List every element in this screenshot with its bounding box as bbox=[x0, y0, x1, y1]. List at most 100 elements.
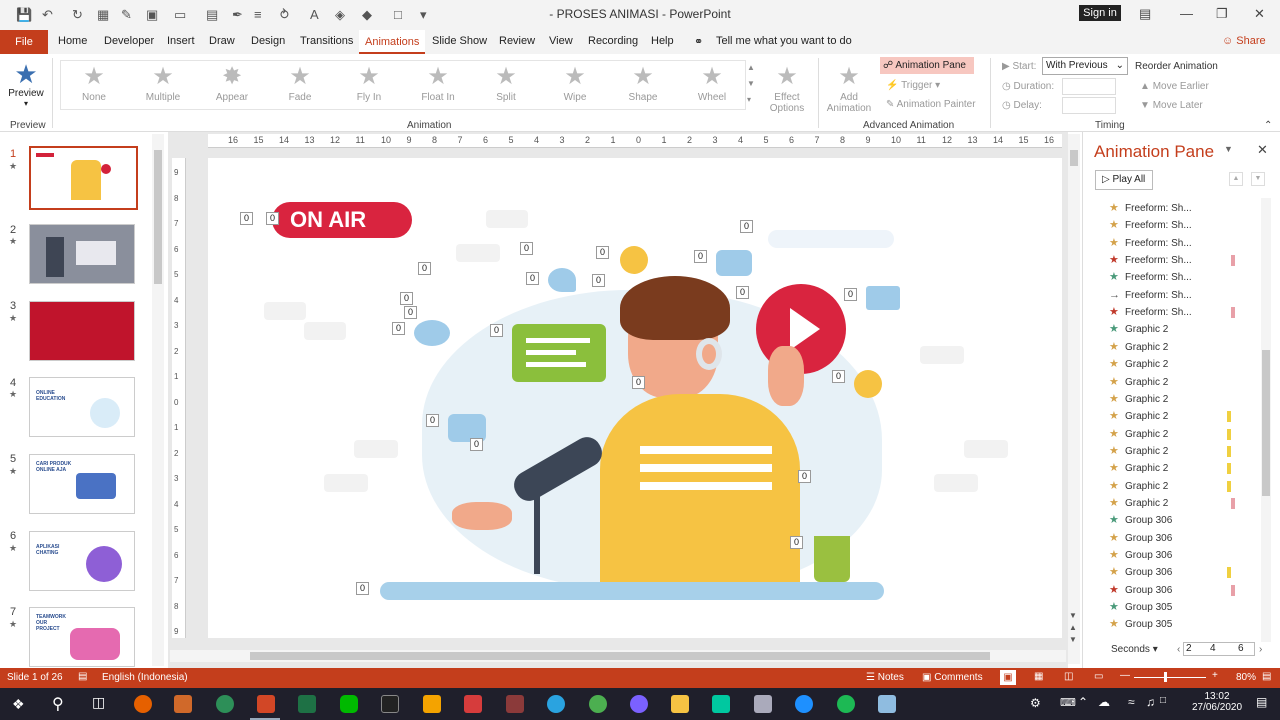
app-icon[interactable] bbox=[878, 695, 896, 713]
app-icon[interactable] bbox=[216, 695, 234, 713]
collapse-ribbon-icon[interactable]: ⌃ bbox=[1264, 120, 1272, 131]
animation-list-item[interactable]: ★ Group 306 bbox=[1109, 564, 1259, 581]
slide-canvas[interactable]: ON AIR 0 0 0 0 0 0 0 0 0 0 0 0 0 0 0 0 0… bbox=[208, 158, 1062, 638]
thumbnail-scrollbar[interactable] bbox=[152, 134, 164, 666]
volume-icon[interactable]: ♫ bbox=[1146, 695, 1155, 709]
animation-list-item[interactable]: ★ Graphic 2 bbox=[1109, 408, 1259, 425]
scrollbar-thumb[interactable] bbox=[250, 652, 990, 660]
animation-tag[interactable]: 0 bbox=[400, 292, 414, 305]
notes-button[interactable]: ☰ Notes bbox=[866, 672, 904, 683]
animation-tag[interactable]: 0 bbox=[470, 438, 484, 451]
scrollbar-thumb[interactable] bbox=[1070, 150, 1078, 166]
animation-tag[interactable]: 0 bbox=[526, 272, 540, 285]
app-icon[interactable] bbox=[754, 695, 772, 713]
file-explorer-icon[interactable] bbox=[671, 695, 689, 713]
person-hand[interactable] bbox=[768, 346, 804, 406]
sign-in-button[interactable]: Sign in bbox=[1079, 5, 1121, 21]
slide-thumbnail-6[interactable]: APLIKASI CHATING bbox=[29, 531, 135, 591]
animation-list-item[interactable]: ★ Graphic 2 bbox=[1109, 443, 1259, 460]
animation-list-item[interactable]: ★ Graphic 2 bbox=[1109, 478, 1259, 495]
download-icon[interactable] bbox=[464, 695, 482, 713]
line-icon[interactable] bbox=[340, 695, 358, 713]
zoom-slider-thumb[interactable] bbox=[1164, 672, 1167, 682]
gallery-scroll[interactable]: ▲ ▼ ▾ bbox=[747, 60, 755, 108]
close-pane-icon[interactable]: ✕ bbox=[1257, 142, 1268, 158]
on-air-sign[interactable]: ON AIR bbox=[272, 202, 412, 238]
effect-wipe[interactable]: ★ Wipe bbox=[545, 62, 605, 103]
timeline-bar[interactable] bbox=[1227, 463, 1231, 475]
animation-tag[interactable]: 0 bbox=[240, 212, 254, 225]
notion-icon[interactable] bbox=[381, 695, 399, 713]
edge-icon[interactable] bbox=[795, 695, 813, 713]
animation-list-item[interactable]: ★ Graphic 2 bbox=[1109, 460, 1259, 477]
tray-up-icon[interactable]: ⌃ bbox=[1078, 695, 1088, 709]
duration-input[interactable] bbox=[1062, 78, 1116, 95]
animation-tag[interactable]: 0 bbox=[844, 288, 858, 301]
desk[interactable] bbox=[380, 582, 884, 600]
tab-home[interactable]: Home bbox=[58, 35, 87, 47]
person-hair[interactable] bbox=[620, 276, 730, 340]
animation-tag[interactable]: 0 bbox=[356, 582, 370, 595]
pane-options-icon[interactable]: ▼ bbox=[1224, 144, 1233, 154]
animation-list-item[interactable]: ★ Freeform: Sh... bbox=[1109, 217, 1259, 234]
search-icon[interactable]: ⚲ bbox=[52, 694, 64, 714]
timeline-bar[interactable] bbox=[1231, 307, 1235, 319]
move-later-button[interactable]: ▼ Move Later bbox=[1140, 100, 1203, 111]
app-icon[interactable] bbox=[174, 695, 192, 713]
animation-tag[interactable]: 0 bbox=[418, 262, 432, 275]
slide-thumbnail-3[interactable] bbox=[29, 301, 135, 361]
page-nav-icon[interactable]: ▼ ▲ ▼ bbox=[1069, 610, 1077, 646]
emoji-heart-eyes[interactable] bbox=[620, 246, 648, 274]
wifi-icon[interactable]: ≈ bbox=[1128, 695, 1135, 709]
zoom-out-icon[interactable]: — bbox=[1120, 670, 1130, 681]
zoom-in-icon[interactable]: + bbox=[1212, 670, 1218, 681]
canvas-vertical-scrollbar[interactable]: ▼ ▲ ▼ bbox=[1068, 134, 1080, 664]
slide-thumbnail-4[interactable]: ONLINE EDUCATION bbox=[29, 377, 135, 437]
slide-thumbnail-7[interactable]: TEAMWORK OUR PROJECT bbox=[29, 607, 135, 667]
timeline-right-icon[interactable]: › bbox=[1259, 644, 1262, 655]
animation-list-item[interactable]: ★ Graphic 2 bbox=[1109, 495, 1259, 512]
keyboard-icon[interactable]: ⌨ bbox=[1060, 696, 1076, 709]
telegram-icon[interactable] bbox=[547, 695, 565, 713]
effect-none[interactable]: ★ None bbox=[64, 62, 124, 103]
ribbon-display-icon[interactable]: ▤ bbox=[1139, 6, 1151, 22]
slide-thumbnail-1[interactable] bbox=[29, 146, 138, 210]
firefox-icon[interactable] bbox=[134, 695, 152, 713]
animation-tag[interactable]: 0 bbox=[490, 324, 504, 337]
effect-fade[interactable]: ★ Fade bbox=[270, 62, 330, 103]
tab-recording[interactable]: Recording bbox=[588, 35, 638, 47]
seconds-dropdown[interactable]: Seconds ▾ bbox=[1111, 644, 1158, 655]
move-down-icon[interactable]: ▼ bbox=[1251, 172, 1265, 186]
person-hand-left[interactable] bbox=[452, 502, 512, 530]
tab-transitions[interactable]: Transitions bbox=[300, 35, 353, 47]
animation-tag[interactable]: 0 bbox=[798, 470, 812, 483]
effect-multiple[interactable]: ★ Multiple bbox=[133, 62, 193, 103]
animation-tag[interactable]: 0 bbox=[832, 370, 846, 383]
animation-painter-button[interactable]: ✎ Animation Painter bbox=[886, 99, 976, 110]
cloud-icon[interactable]: ☁ bbox=[1098, 695, 1110, 709]
delay-input[interactable] bbox=[1062, 97, 1116, 114]
tab-view[interactable]: View bbox=[549, 35, 573, 47]
animation-list-item[interactable]: → Freeform: Sh... bbox=[1109, 287, 1259, 304]
animation-tag[interactable]: 0 bbox=[426, 414, 440, 427]
timeline-bar[interactable] bbox=[1227, 428, 1231, 440]
animation-list-item[interactable]: ★ Group 305 bbox=[1109, 616, 1259, 633]
tell-me-search[interactable]: Tell me what you want to do bbox=[716, 35, 852, 47]
tab-file[interactable]: File bbox=[0, 30, 48, 54]
effect-shape[interactable]: ★ Shape bbox=[613, 62, 673, 103]
normal-view-icon[interactable]: ▣ bbox=[1000, 670, 1016, 685]
slide-thumbnail-2[interactable] bbox=[29, 224, 135, 284]
heart-icon[interactable] bbox=[548, 268, 576, 292]
tab-review[interactable]: Review bbox=[499, 35, 535, 47]
animation-list-scrollbar[interactable] bbox=[1261, 198, 1271, 642]
tab-slide-show[interactable]: Slide Show bbox=[432, 35, 487, 47]
zoom-level[interactable]: 80% bbox=[1236, 672, 1256, 683]
tab-design[interactable]: Design bbox=[251, 35, 285, 47]
timeline-bar[interactable] bbox=[1227, 567, 1231, 579]
scrollbar-thumb[interactable] bbox=[1262, 350, 1270, 496]
ime-icon[interactable]: □ bbox=[1160, 695, 1166, 706]
add-animation-button[interactable]: ★ Add Animation bbox=[820, 62, 878, 114]
animation-tag[interactable]: 0 bbox=[740, 220, 754, 233]
notification-icon[interactable]: ▤ bbox=[1256, 695, 1267, 709]
timeline-bar[interactable] bbox=[1231, 497, 1235, 509]
